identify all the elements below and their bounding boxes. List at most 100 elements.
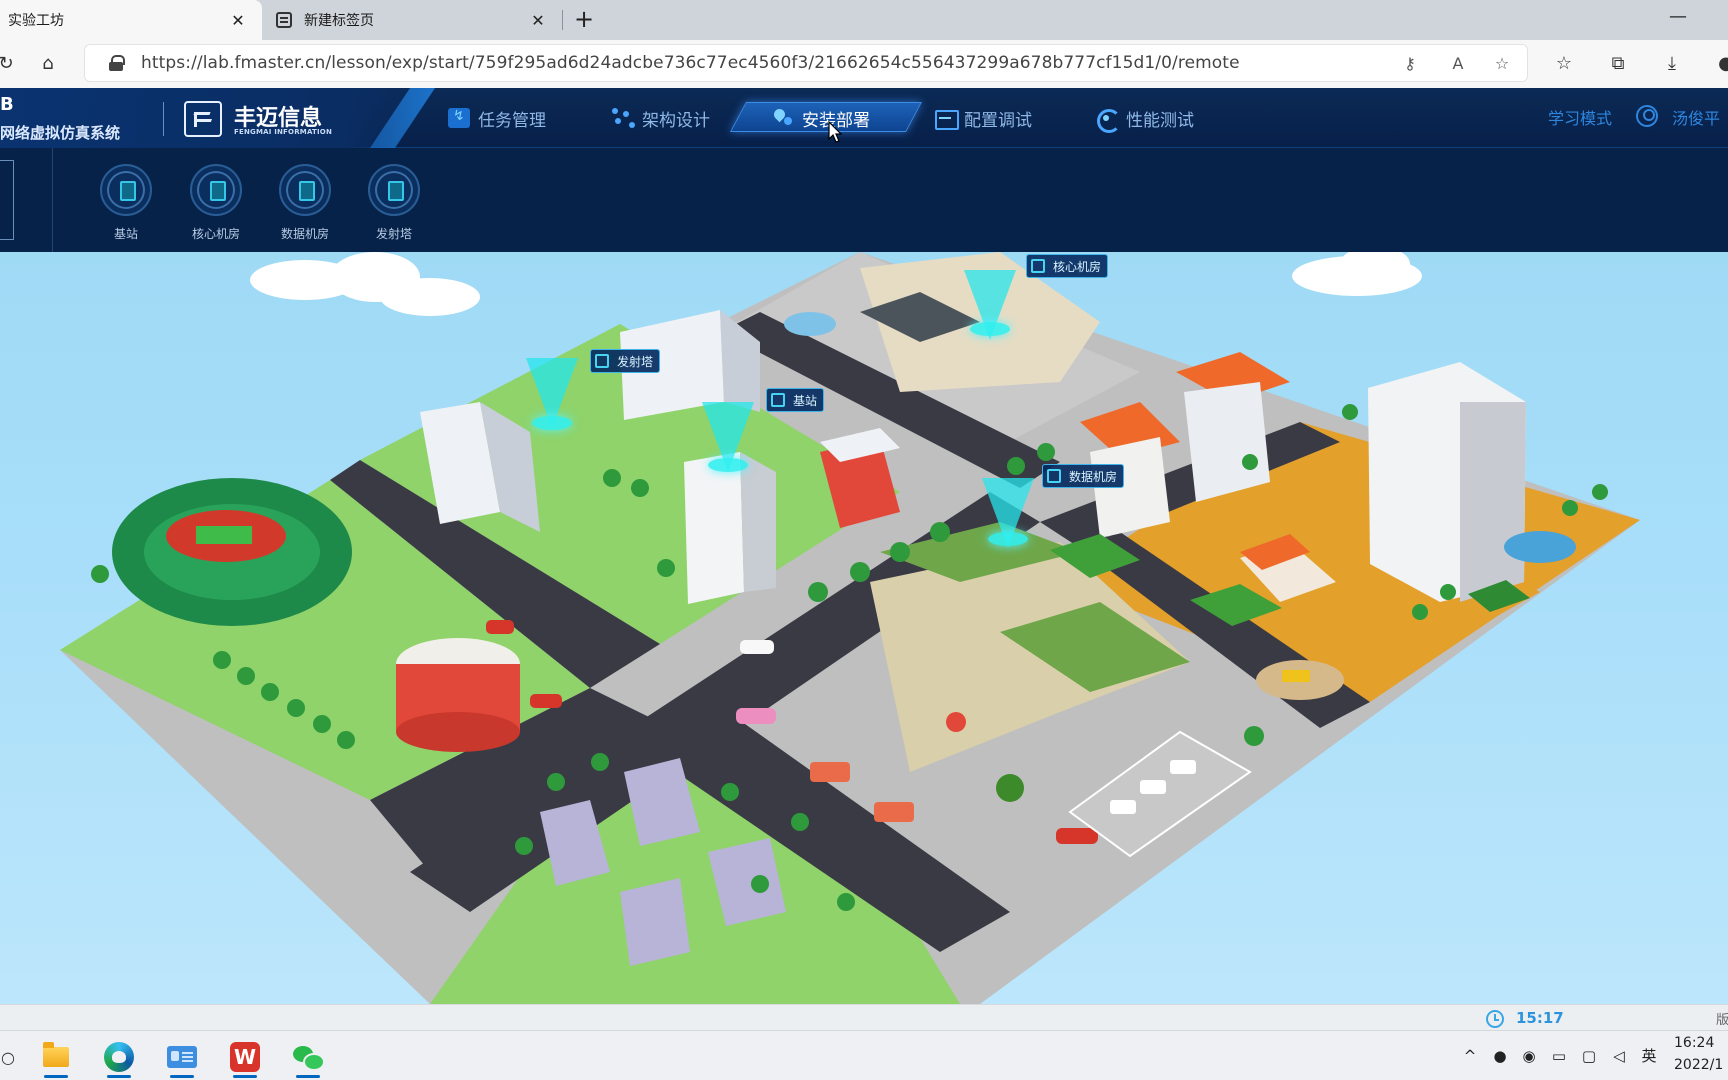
microphone-icon[interactable]: ● <box>1490 1045 1510 1067</box>
deploy-beam-base <box>708 458 748 472</box>
marker-label: 数据机房 <box>1069 469 1118 484</box>
device-label: 数据机房 <box>280 227 329 241</box>
new-tab-page-icon <box>276 12 292 28</box>
core-room-icon <box>1031 259 1045 273</box>
tower-icon <box>595 354 609 368</box>
system-time[interactable]: 16:24 <box>1674 1035 1714 1051</box>
system-date[interactable]: 2022/1 <box>1674 1057 1723 1073</box>
brand-english-name: FENGMAI INFORMATION <box>234 128 333 136</box>
home-icon[interactable]: ⌂ <box>34 50 62 78</box>
status-strip: 15:17 版 <box>0 1004 1728 1030</box>
volume-icon[interactable]: ◁ <box>1608 1045 1630 1067</box>
tab-label: 新建标签页 <box>304 13 374 29</box>
palette-left-panel[interactable] <box>0 160 14 240</box>
base-station-icon <box>771 393 785 407</box>
refresh-icon[interactable]: ↻ <box>0 50 20 78</box>
lock-icon[interactable] <box>109 55 125 71</box>
app-header: B 网络虚拟仿真系统 丰迈信息 FENGMAI INFORMATION 任务管理… <box>0 88 1728 148</box>
pool <box>1504 531 1576 563</box>
tower-icon <box>368 164 420 216</box>
qq-icon[interactable]: ◉ <box>1518 1045 1540 1067</box>
minimize-window-icon[interactable]: — <box>1664 6 1692 34</box>
wps-icon[interactable]: W <box>225 1037 265 1078</box>
browser-toolbar: ↻ ⌂ https://lab.fmaster.cn/lesson/exp/st… <box>0 40 1728 88</box>
edge-icon[interactable] <box>99 1037 139 1078</box>
user-name[interactable]: 汤俊平 <box>1672 105 1720 129</box>
tab-label: 实验工坊 <box>8 13 64 29</box>
nav-config-debug[interactable]: 配置调试 <box>934 102 1032 134</box>
address-bar[interactable]: https://lab.fmaster.cn/lesson/exp/start/… <box>84 44 1528 82</box>
add-favorite-star-icon[interactable]: ☆ <box>1491 53 1513 75</box>
new-tab-plus-icon[interactable]: + <box>570 6 598 34</box>
collections-icon[interactable]: ⧉ <box>1604 50 1632 78</box>
city-map-drawing <box>60 252 1640 1004</box>
data-room-icon <box>279 164 331 216</box>
architecture-icon <box>612 108 634 128</box>
user-avatar-icon[interactable] <box>1636 105 1658 127</box>
device-label: 核心机房 <box>191 227 240 241</box>
battery-icon[interactable]: ▭ <box>1548 1045 1570 1067</box>
tab-shiyan-gongfang[interactable]: 实验工坊 ✕ <box>0 0 262 40</box>
system-code: B <box>0 94 14 115</box>
marker-data-room[interactable]: 数据机房 <box>1042 464 1125 488</box>
device-palette: 基站 核心机房 数据机房 发射塔 <box>0 148 1728 252</box>
favorites-icon[interactable]: ☆ <box>1550 50 1578 78</box>
palette-divider <box>52 148 53 252</box>
task-icon <box>448 108 470 128</box>
deploy-beam-base <box>988 532 1028 546</box>
deploy-location-icon <box>772 108 794 128</box>
profile-icon[interactable]: ● <box>1712 50 1728 78</box>
base-station-icon <box>100 164 152 216</box>
nav-task-management[interactable]: 任务管理 <box>448 102 546 134</box>
tab-separator <box>562 10 563 30</box>
device-label: 发射塔 <box>375 227 412 241</box>
browser-tab-strip: 实验工坊 ✕ 新建标签页 ✕ + — <box>0 0 1728 40</box>
performance-icon <box>1096 108 1121 133</box>
mouse-cursor-icon <box>828 121 842 143</box>
nav-install-deploy[interactable]: 安装部署 <box>772 102 870 134</box>
nav-label: 架构设计 <box>642 110 710 131</box>
nav-performance-test[interactable]: 性能测试 <box>1096 102 1194 134</box>
device-label: 基站 <box>113 227 138 241</box>
learning-mode-link[interactable]: 学习模式 <box>1548 105 1612 129</box>
network-icon[interactable]: ▢ <box>1578 1045 1600 1067</box>
deploy-beam-base <box>532 416 572 430</box>
city-scene[interactable]: 核心机房 发射塔 基站 数据机房 <box>0 252 1728 1004</box>
marker-label: 核心机房 <box>1053 259 1102 274</box>
car <box>486 620 514 634</box>
nav-label: 性能测试 <box>1126 110 1194 131</box>
marker-transmit-tower[interactable]: 发射塔 <box>590 349 661 373</box>
nav-label: 配置调试 <box>964 110 1032 131</box>
config-icon <box>934 108 959 130</box>
clock-icon <box>1486 1010 1504 1028</box>
download-icon[interactable]: ⤓ <box>1658 50 1686 78</box>
marker-base-station[interactable]: 基站 <box>766 388 825 412</box>
version-label: 版 <box>1716 1013 1728 1028</box>
fengmai-logo-icon <box>184 101 222 137</box>
marker-label: 基站 <box>793 393 818 408</box>
close-tab-icon[interactable]: ✕ <box>526 8 550 32</box>
wechat-icon[interactable] <box>288 1037 328 1078</box>
device-base-station[interactable]: 基站 <box>86 164 166 248</box>
nav-label: 任务管理 <box>478 110 546 131</box>
password-key-icon[interactable]: ⚷ <box>1399 53 1421 75</box>
chevron-up-icon[interactable]: ^ <box>1460 1045 1480 1067</box>
file-explorer-icon[interactable] <box>36 1037 76 1078</box>
nav-architecture-design[interactable]: 架构设计 <box>612 102 710 134</box>
device-transmit-tower[interactable]: 发射塔 <box>354 164 434 248</box>
search-icon[interactable]: ○ <box>0 1037 28 1077</box>
fountain <box>784 312 836 336</box>
marker-core-room[interactable]: 核心机房 <box>1026 254 1109 278</box>
close-tab-icon[interactable]: ✕ <box>226 8 250 32</box>
deploy-beam-base <box>970 322 1010 336</box>
tab-new-tab[interactable]: 新建标签页 ✕ <box>266 0 562 40</box>
session-timer: 15:17 <box>1516 1009 1564 1027</box>
core-room-icon <box>190 164 242 216</box>
input-method-indicator[interactable]: 英 <box>1638 1045 1660 1067</box>
device-data-room[interactable]: 数据机房 <box>265 164 345 248</box>
tall-tower <box>684 452 744 604</box>
id-card-app-icon[interactable] <box>162 1037 202 1078</box>
device-core-room[interactable]: 核心机房 <box>176 164 256 248</box>
read-aloud-icon[interactable]: A <box>1447 53 1469 75</box>
data-room-icon <box>1047 469 1061 483</box>
